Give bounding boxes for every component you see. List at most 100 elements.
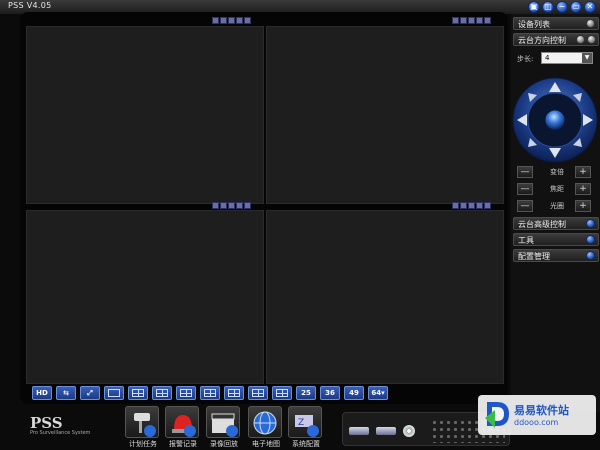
- pane-toolbar-2: [452, 17, 491, 24]
- zoom-row: — 变倍 +: [517, 166, 597, 180]
- zoom-in-button[interactable]: +: [575, 166, 591, 178]
- layout-25-button[interactable]: 25: [296, 386, 316, 400]
- pane-toolbar-4: [452, 202, 491, 209]
- layout-49-button[interactable]: 49: [344, 386, 364, 400]
- iris-plus-button[interactable]: +: [575, 200, 591, 212]
- focus-minus-button[interactable]: —: [517, 183, 533, 195]
- expand-icon[interactable]: [586, 251, 595, 260]
- ptz-advanced-label: 云台高级控制: [518, 220, 566, 229]
- video-pane-4[interactable]: [266, 210, 504, 384]
- layout-13-button[interactable]: [248, 386, 268, 400]
- layout-sequence-button[interactable]: ⇆: [56, 386, 76, 400]
- layout-4-button[interactable]: [128, 386, 148, 400]
- pane-tool-icon[interactable]: [212, 17, 219, 24]
- pane-tool-icon[interactable]: [228, 202, 235, 209]
- pane-tool-icon[interactable]: [484, 202, 491, 209]
- minimize-button[interactable]: −: [556, 1, 568, 13]
- layout-16-button[interactable]: [272, 386, 292, 400]
- pane-tool-icon[interactable]: [220, 17, 227, 24]
- config-management-header[interactable]: 配置管理: [513, 249, 599, 262]
- layout-64-button[interactable]: 64▾: [368, 386, 388, 400]
- video-area: [20, 12, 508, 404]
- pane-tool-icon[interactable]: [468, 17, 475, 24]
- zoom-out-button[interactable]: —: [517, 166, 533, 178]
- ptz-center-button[interactable]: [544, 109, 566, 131]
- ptz-direction-header[interactable]: 云台方向控制: [513, 33, 599, 46]
- pane-tool-icon[interactable]: [220, 202, 227, 209]
- step-label: 步长:: [517, 55, 534, 63]
- hd-button[interactable]: HD: [32, 386, 52, 400]
- layout-6-button[interactable]: [152, 386, 172, 400]
- grid-4-icon: [132, 389, 144, 397]
- pane-tool-icon[interactable]: [244, 17, 251, 24]
- lock-icon[interactable]: ▣: [528, 1, 540, 13]
- pane-tool-icon[interactable]: [228, 17, 235, 24]
- device-icon[interactable]: [376, 427, 396, 435]
- grid-13-icon: [252, 389, 264, 397]
- system-config-label: 系统配置: [292, 440, 320, 448]
- grid-16-icon: [276, 389, 288, 397]
- emap-label: 电子地图: [252, 440, 280, 448]
- pss-logo: PSS Pro Surveillance System: [30, 414, 90, 436]
- step-select[interactable]: 4 ▼: [541, 52, 593, 64]
- watermark-url: ddooo.com: [514, 418, 559, 427]
- iris-row: — 光圈 +: [517, 200, 597, 214]
- pane-tool-icon[interactable]: [236, 202, 243, 209]
- device-icon[interactable]: [349, 427, 369, 435]
- alarm-icon: [165, 406, 199, 438]
- maximize-button[interactable]: ▭: [570, 1, 582, 13]
- layout-toolbar: HD ⇆ ⤢ 25 36 49 64▾: [32, 386, 388, 402]
- expand-icon[interactable]: [586, 19, 595, 28]
- iris-minus-button[interactable]: —: [517, 200, 533, 212]
- pane-tool-icon[interactable]: [460, 17, 467, 24]
- logo-subtitle: Pro Surveillance System: [30, 430, 91, 436]
- ptz-advanced-header[interactable]: 云台高级控制: [513, 217, 599, 230]
- globe-icon: [248, 406, 282, 438]
- system-config-button[interactable]: Z 系统配置: [288, 406, 324, 449]
- expand-icon[interactable]: [586, 219, 595, 228]
- device-list-header[interactable]: 设备列表: [513, 17, 599, 30]
- layout-9-button[interactable]: [200, 386, 220, 400]
- layout-1-button[interactable]: [104, 386, 124, 400]
- alarm-record-button[interactable]: 报警记录: [165, 406, 201, 449]
- pane-tool-icon[interactable]: [460, 202, 467, 209]
- layout-fullscreen-button[interactable]: ⤢: [80, 386, 100, 400]
- pane-tool-icon[interactable]: [476, 202, 483, 209]
- chevron-down-icon[interactable]: ▼: [582, 53, 592, 63]
- schedule-task-label: 计划任务: [129, 440, 157, 448]
- focus-label: 焦距: [550, 185, 564, 193]
- collapse-icon[interactable]: [587, 35, 596, 44]
- layout-8-button[interactable]: [176, 386, 196, 400]
- schedule-task-button[interactable]: 计划任务: [125, 406, 161, 449]
- video-pane-2[interactable]: [266, 26, 504, 204]
- emap-button[interactable]: 电子地图: [248, 406, 284, 449]
- pane-tool-icon[interactable]: [244, 202, 251, 209]
- grid-10-icon: [228, 389, 240, 397]
- pane-tool-icon[interactable]: [236, 17, 243, 24]
- close-button[interactable]: ✕: [584, 1, 596, 13]
- pane-tool-icon[interactable]: [468, 202, 475, 209]
- video-pane-3[interactable]: [26, 210, 264, 384]
- window-controls: ▣ ◫ − ▭ ✕: [528, 1, 596, 13]
- svg-text:Z: Z: [298, 418, 304, 428]
- pane-tool-icon[interactable]: [452, 202, 459, 209]
- record-playback-button[interactable]: 录像回放: [206, 406, 242, 449]
- disk-icon[interactable]: [403, 425, 415, 437]
- layout-10-button[interactable]: [224, 386, 244, 400]
- pane-tool-icon[interactable]: [212, 202, 219, 209]
- pane-tool-icon[interactable]: [476, 17, 483, 24]
- tools-header[interactable]: 工具: [513, 233, 599, 246]
- right-panel: 设备列表 云台方向控制 步长: 4 ▼ — 变倍 + — 焦距 + — 光圈 +…: [511, 14, 600, 412]
- watermark-logo: [485, 402, 509, 428]
- layout-36-button[interactable]: 36: [320, 386, 340, 400]
- pane-tool-icon[interactable]: [452, 17, 459, 24]
- settings-icon[interactable]: [576, 35, 585, 44]
- video-pane-1[interactable]: [26, 26, 264, 204]
- alarm-record-label: 报警记录: [169, 440, 197, 448]
- clapperboard-icon: [206, 406, 240, 438]
- layout-icon[interactable]: ◫: [542, 1, 554, 13]
- focus-plus-button[interactable]: +: [575, 183, 591, 195]
- ptz-direction-wheel[interactable]: [511, 76, 599, 164]
- expand-icon[interactable]: [586, 235, 595, 244]
- pane-tool-icon[interactable]: [484, 17, 491, 24]
